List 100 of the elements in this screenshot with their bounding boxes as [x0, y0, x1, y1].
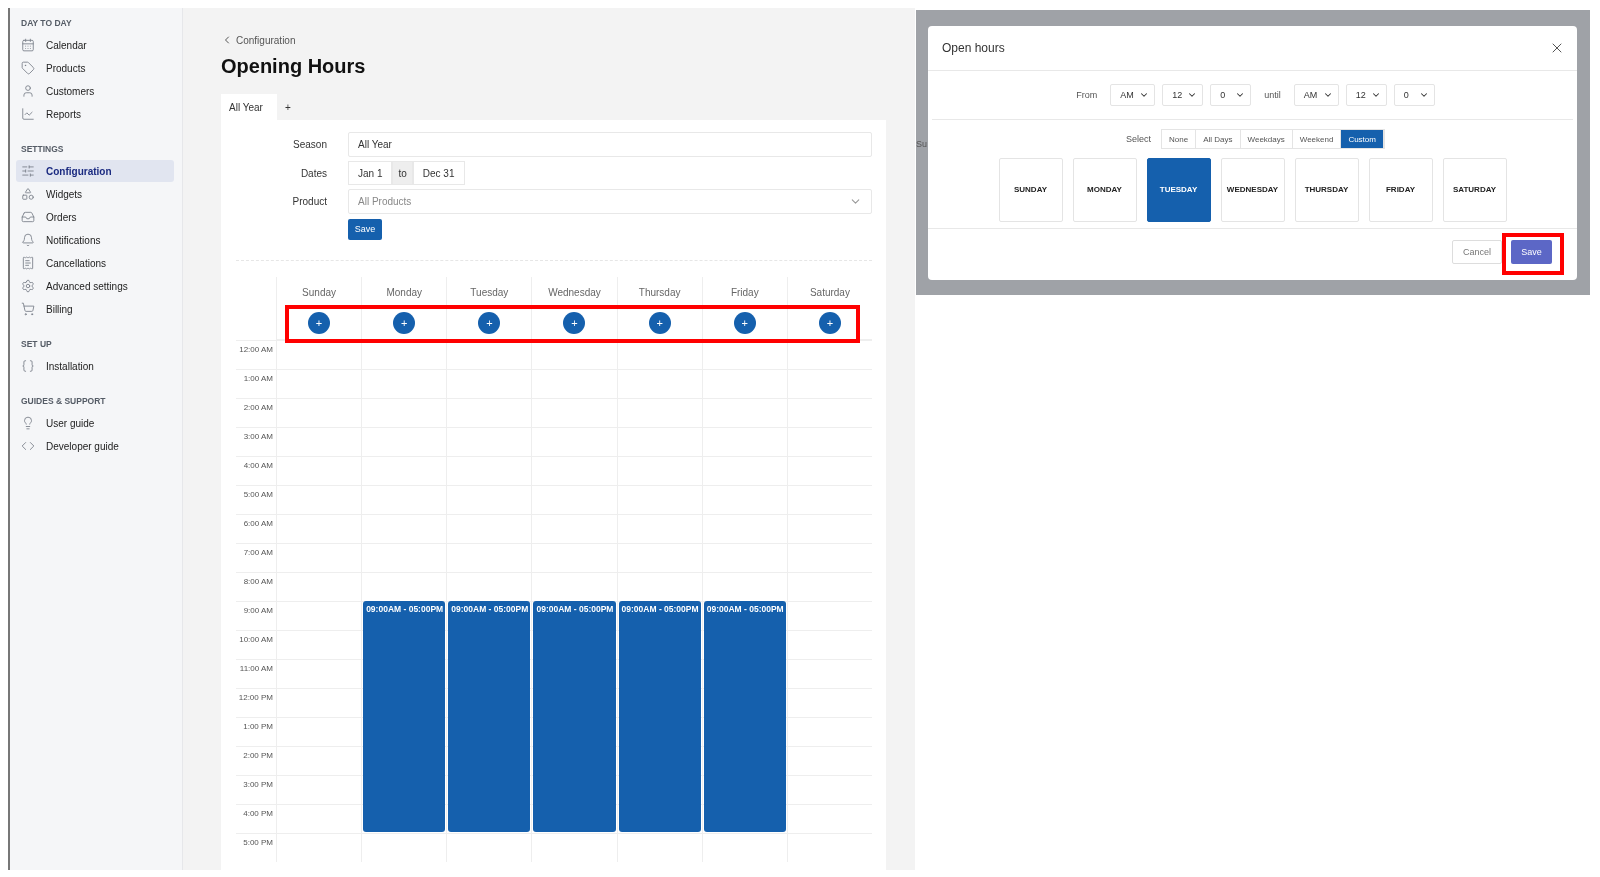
code-icon [21, 439, 35, 453]
add-button[interactable]: + [563, 311, 586, 334]
time-label: 11:00 AM [236, 658, 276, 688]
day-heading: Thursday [616, 276, 702, 307]
settings-icon [21, 279, 35, 293]
save-button[interactable]: Save [348, 218, 382, 240]
day-toggle[interactable]: TUESDAY [1146, 157, 1211, 222]
day-toggle[interactable]: WEDNESDAY [1220, 157, 1285, 222]
sidebar-item[interactable]: Calendar [16, 34, 174, 56]
save-button[interactable]: Save [1511, 240, 1552, 264]
sidebar-item[interactable]: User guide [16, 412, 174, 434]
time-select[interactable]: 0 [1393, 84, 1435, 106]
calendar-icon [21, 38, 35, 52]
chart-icon [21, 107, 35, 121]
time-label: 2:00 PM [236, 745, 276, 775]
breadcrumb-link[interactable]: Configuration [221, 34, 886, 46]
sidebar-item[interactable]: Notifications [16, 229, 174, 251]
chevron-icon [1322, 90, 1333, 100]
cancel-button[interactable]: Cancel [1452, 240, 1502, 264]
field-label: Dates [299, 167, 327, 179]
time-label: 4:00 AM [236, 455, 276, 485]
add-button[interactable]: + [648, 311, 671, 334]
add-button[interactable]: + [733, 311, 756, 334]
time-select[interactable]: 0 [1210, 84, 1252, 106]
section-heading: GUIDES & SUPPORT [20, 396, 107, 408]
tab[interactable]: All Year [221, 94, 277, 120]
add-button[interactable]: + [308, 311, 331, 334]
inbox-icon [21, 210, 35, 224]
section-heading: SET UP [20, 339, 53, 351]
opening-block[interactable]: 09:00AM - 05:00PM [533, 600, 616, 832]
chevron-icon [1370, 90, 1381, 100]
tab[interactable]: + [276, 94, 305, 120]
field-label: Product [291, 196, 327, 207]
add-button[interactable]: + [478, 311, 501, 334]
time-label: 12:00 AM [236, 339, 276, 369]
day-toggle[interactable]: SUNDAY [998, 157, 1063, 222]
tag-icon [21, 61, 35, 75]
user-icon [21, 84, 35, 98]
time-label: 5:00 AM [236, 484, 276, 514]
add-button[interactable]: + [393, 311, 416, 334]
sidebar-item[interactable]: Configuration [16, 160, 174, 182]
time-label: 4:00 PM [236, 803, 276, 833]
sidebar-item[interactable]: Cancellations [16, 252, 174, 274]
preset-button[interactable]: Custom [1341, 130, 1384, 148]
time-label: 7:00 AM [236, 542, 276, 572]
select-label: Select [1126, 134, 1152, 144]
sidebar-item[interactable]: Orders [16, 206, 174, 228]
date-separator: to [392, 161, 413, 185]
date-field[interactable]: Dec 31 [412, 161, 465, 185]
time-select[interactable]: 12 [1345, 84, 1387, 106]
time-label: 1:00 AM [236, 368, 276, 398]
time-label: 2:00 AM [236, 397, 276, 427]
day-heading: Wednesday [531, 276, 617, 307]
sidebar-item[interactable]: Widgets [16, 183, 174, 205]
date-field[interactable]: Jan 1 [348, 161, 393, 185]
product-select[interactable]: All Products [348, 189, 872, 214]
time-label: 12:00 PM [236, 687, 276, 717]
sidebar-item[interactable]: Billing [16, 298, 174, 320]
sidebar-item[interactable]: Installation [16, 355, 174, 377]
day-heading: Sunday [276, 276, 362, 307]
time-label: 9:00 AM [236, 600, 276, 630]
day-toggle[interactable]: SATURDAY [1442, 157, 1507, 222]
page-title: Opening Hours [221, 55, 367, 78]
sidebar-item[interactable]: Customers [16, 80, 174, 102]
day-toggle[interactable]: MONDAY [1072, 157, 1137, 222]
section-heading: SETTINGS [20, 144, 65, 156]
time-label: 6:00 AM [236, 513, 276, 543]
sidebar-item[interactable]: Products [16, 57, 174, 79]
time-label: 5:00 PM [236, 832, 276, 862]
receipt-icon [21, 256, 35, 270]
day-toggle[interactable]: THURSDAY [1294, 157, 1359, 222]
cart-icon [21, 302, 35, 316]
add-button[interactable]: + [818, 311, 841, 334]
time-label: 3:00 AM [236, 426, 276, 456]
chevron-icon [1187, 90, 1198, 100]
day-toggle[interactable]: FRIDAY [1368, 157, 1433, 222]
opening-block[interactable]: 09:00AM - 05:00PM [618, 600, 701, 832]
from-label: From [1076, 90, 1098, 100]
field-label: Season [292, 139, 327, 150]
section-heading: DAY TO DAY [20, 18, 73, 30]
day-heading: Friday [701, 276, 787, 307]
day-heading: Tuesday [446, 276, 532, 307]
time-select[interactable]: AM [1110, 84, 1156, 106]
time-select[interactable]: 12 [1162, 84, 1204, 106]
opening-block[interactable]: 09:00AM - 05:00PM [703, 600, 786, 832]
sidebar-item[interactable]: Reports [16, 103, 174, 125]
dialog-title: Open hours [942, 41, 1005, 55]
opening-block[interactable]: 09:00AM - 05:00PM [363, 600, 446, 832]
day-heading: Saturday [786, 276, 872, 307]
sidebar-item[interactable]: Developer guide [16, 435, 174, 457]
sidebar-item[interactable]: Advanced settings [16, 275, 174, 297]
time-select[interactable]: AM [1293, 84, 1339, 106]
opening-block[interactable]: 09:00AM - 05:00PM [448, 600, 531, 832]
shapes-icon [21, 187, 35, 201]
chevron-icon [1235, 90, 1246, 100]
background-text: Su [916, 139, 927, 149]
until-label: until [1264, 90, 1281, 100]
time-label: 1:00 PM [236, 716, 276, 746]
chevron-icon [1139, 90, 1150, 100]
season-field[interactable]: All Year [348, 132, 872, 157]
